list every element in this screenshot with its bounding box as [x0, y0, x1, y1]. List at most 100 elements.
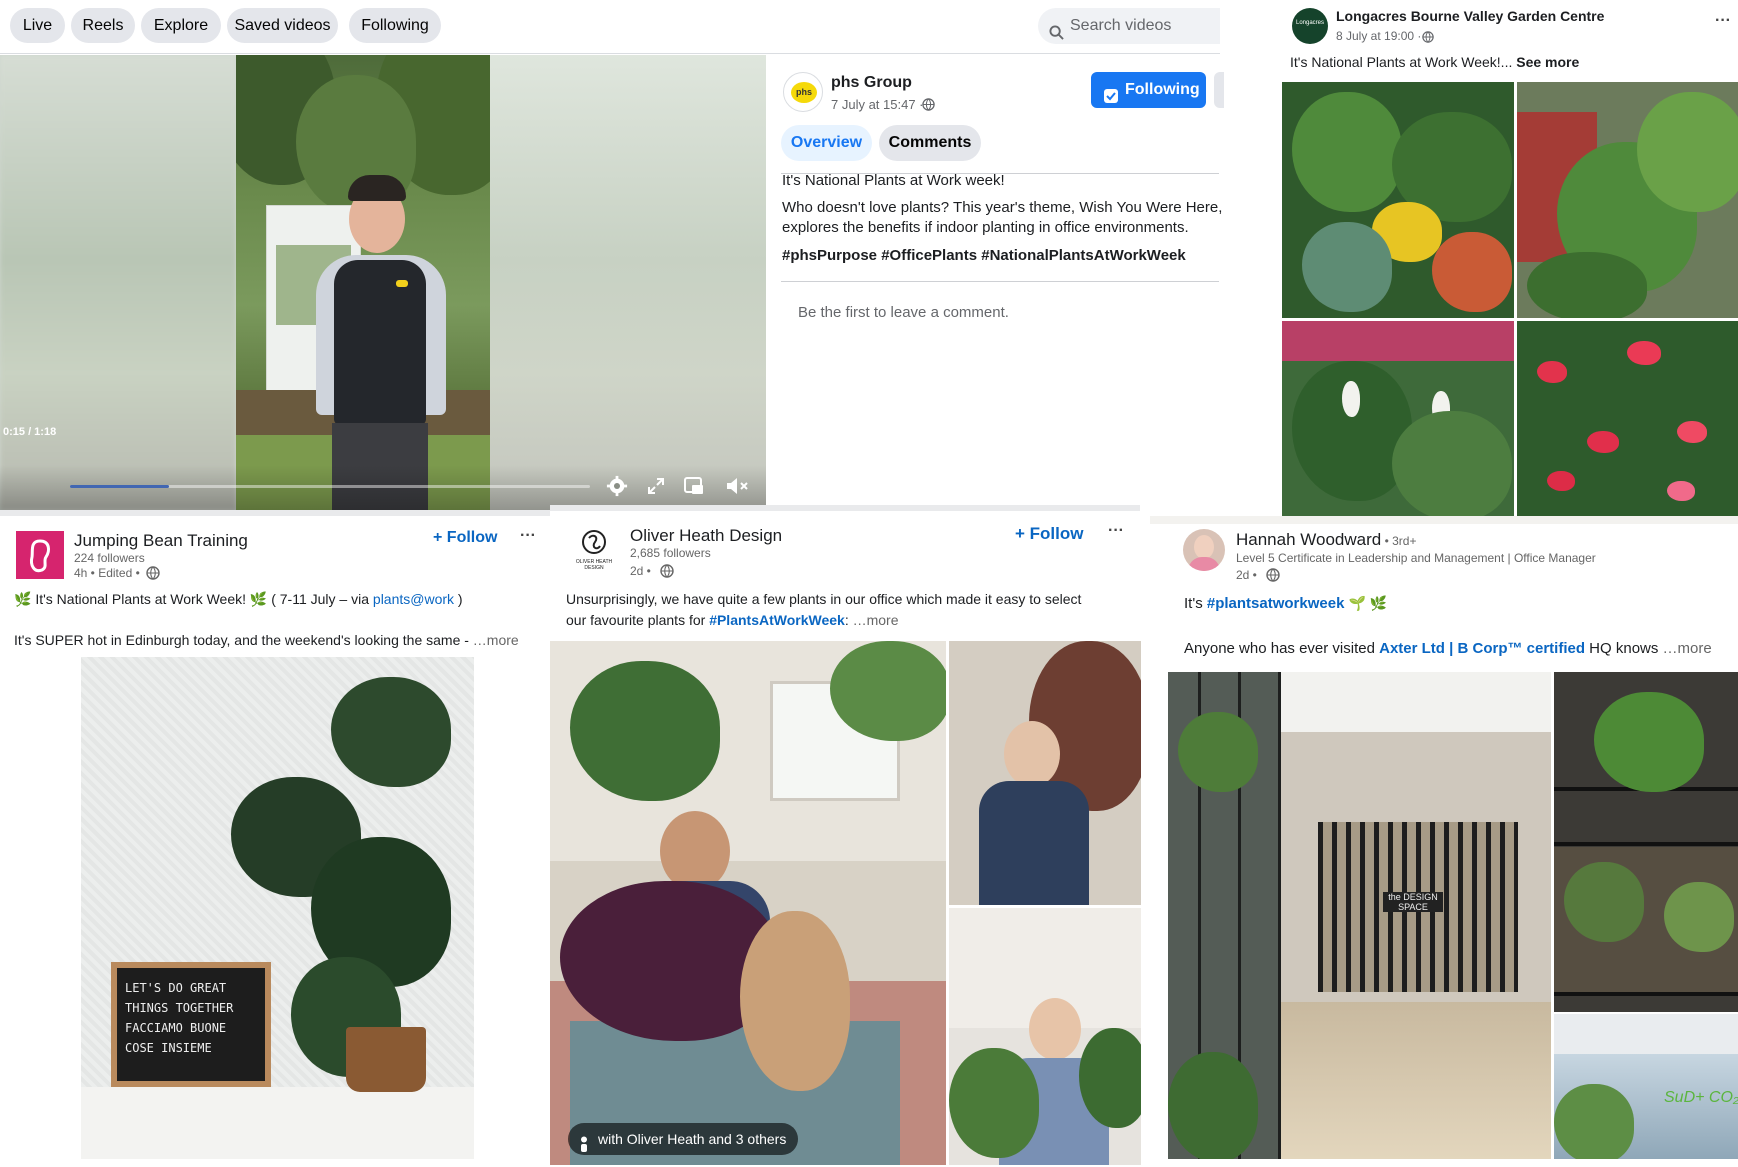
avatar[interactable]: phs [783, 72, 823, 112]
post-meta: 2d • [1236, 568, 1257, 582]
seedling-icon: 🌱 🌿 [1348, 595, 1388, 611]
see-more-link[interactable]: …more [853, 612, 899, 628]
nav-tab-following[interactable]: Following [349, 8, 441, 43]
tagged-people-label: with Oliver Heath and 3 others [598, 1131, 787, 1147]
follow-button[interactable]: + Follow [433, 529, 497, 547]
line-2-text: Anyone who has ever visited [1184, 640, 1380, 657]
letterboard-line: FACCIAMO BUONE [125, 1021, 227, 1035]
post-headline: It's National Plants at Work week! [782, 172, 1005, 189]
more-options-button[interactable] [1214, 72, 1224, 108]
post-author[interactable]: Oliver Heath Design [630, 526, 782, 546]
video-blur-left [0, 55, 236, 510]
video-progress-bar[interactable] [70, 485, 590, 488]
letterboard-line: LET'S DO GREAT [125, 981, 227, 995]
see-more-link[interactable]: See more [1516, 54, 1579, 70]
letterboard-line: COSE INSIEME [125, 1041, 212, 1055]
video-frame [236, 55, 490, 510]
more-options-icon[interactable]: ··· [520, 527, 536, 545]
letterboard-line: THINGS TOGETHER [125, 1001, 234, 1015]
post-meta: 2d • [630, 564, 651, 578]
plant-photo-2[interactable] [1517, 82, 1738, 318]
nav-tab-live[interactable]: Live [10, 8, 65, 43]
video-blur-right [490, 55, 766, 510]
fullscreen-icon[interactable] [646, 476, 666, 501]
mute-icon[interactable] [725, 475, 749, 502]
office-photo-shelves[interactable] [1554, 672, 1738, 1012]
post-text-line-1: 🌿 It's National Plants at Work Week! 🌿 (… [14, 591, 463, 608]
follower-count: 224 followers [74, 551, 145, 565]
following-button[interactable]: Following [1091, 72, 1206, 108]
office-sign: the DESIGN SPACE [1383, 892, 1443, 912]
letterboard-sign: LET'S DO GREAT THINGS TOGETHER FACCIAMO … [111, 962, 271, 1087]
tab-comments[interactable]: Comments [879, 125, 981, 161]
person-icon [579, 1131, 589, 1163]
search-icon [1049, 18, 1064, 54]
post-author[interactable]: Longacres Bourne Valley Garden Centre [1336, 8, 1604, 24]
longacres-logo: Longacres [1295, 20, 1325, 26]
post-author[interactable]: phs Group [831, 74, 912, 92]
nav-tab-explore[interactable]: Explore [141, 8, 221, 43]
more-options-icon[interactable]: ··· [1108, 522, 1124, 540]
team-photo-top[interactable] [949, 641, 1141, 905]
line-2-colon: : [844, 612, 849, 628]
post-author[interactable]: Hannah Woodward • 3rd+ [1236, 530, 1416, 550]
plant-photo-4[interactable] [1517, 321, 1738, 521]
hashtag-link[interactable]: #plantsatworkweek [1207, 595, 1345, 612]
see-more-link[interactable]: …more [473, 632, 519, 648]
plant-photo-3[interactable] [1282, 321, 1514, 521]
tagged-people-chip[interactable]: with Oliver Heath and 3 others [568, 1123, 798, 1155]
plant-photo-1[interactable] [1282, 82, 1514, 318]
search-placeholder: Search videos [1070, 17, 1172, 34]
monstera-photo[interactable]: LET'S DO GREAT THINGS TOGETHER FACCIAMO … [81, 657, 474, 1159]
post-timestamp[interactable]: 7 July at 15:47 · [831, 97, 924, 112]
nav-tab-reels[interactable]: Reels [71, 8, 135, 43]
avatar[interactable] [1183, 529, 1225, 571]
settings-icon[interactable] [606, 475, 628, 502]
post-text: It's National Plants at Work Week!... Se… [1290, 54, 1579, 70]
company-link[interactable]: Axter Ltd | B Corp™ certified [1379, 640, 1585, 657]
globe-icon [1422, 30, 1434, 48]
line-2-end: HQ knows [1585, 640, 1659, 657]
tab-overview[interactable]: Overview [781, 125, 872, 161]
leaf-icon: 🌿 [14, 591, 36, 607]
office-photo-main[interactable]: the DESIGN SPACE [1168, 672, 1551, 1159]
globe-icon [146, 566, 160, 585]
post-author[interactable]: Jumping Bean Training [74, 531, 248, 551]
video-player[interactable]: 0:15 / 1:18 [0, 55, 766, 510]
globe-icon [922, 98, 935, 116]
see-more-link[interactable]: …more [1663, 640, 1712, 657]
post-text-line-2: Anyone who has ever visited Axter Ltd | … [1184, 640, 1712, 657]
author-name: Hannah Woodward [1236, 530, 1382, 549]
window-text: SuD+ CO₂ [1664, 1089, 1738, 1106]
line-1-text: It's [1184, 595, 1207, 612]
avatar[interactable] [16, 531, 64, 579]
comment-placeholder[interactable]: Be the first to leave a comment. [798, 304, 1009, 321]
following-check-icon [1103, 82, 1119, 118]
line-1-end: ) [454, 591, 463, 607]
team-photo-bottom[interactable] [949, 908, 1141, 1165]
line-1-text: It's National Plants at Work Week! 🌿 ( 7… [35, 591, 373, 607]
line-2-text: It's SUPER hot in Edinburgh today, and t… [14, 632, 469, 648]
follow-button[interactable]: + Follow [1015, 524, 1083, 544]
picture-in-picture-icon[interactable] [683, 475, 705, 502]
office-photo-windows[interactable]: SuD+ CO₂ [1554, 1014, 1738, 1159]
post-timestamp[interactable]: 8 July at 19:00 · [1336, 29, 1421, 43]
post-body-line-1: Who doesn't love plants? This year's the… [782, 199, 1223, 216]
author-headline: Level 5 Certificate in Leadership and Ma… [1236, 551, 1596, 565]
logo-text: OLIVER HEATH DESIGN [575, 559, 613, 571]
team-photo-main[interactable]: with Oliver Heath and 3 others [550, 641, 946, 1165]
post-text-line-1: It's #plantsatworkweek 🌱 🌿 [1184, 595, 1387, 612]
avatar[interactable]: OLIVER HEATH DESIGN [566, 527, 622, 575]
oliver-heath-logo-icon [582, 530, 606, 554]
nav-tab-saved-videos[interactable]: Saved videos [227, 8, 338, 43]
hashtag-link[interactable]: #PlantsAtWorkWeek [709, 612, 845, 628]
line-2-text: our favourite plants for [566, 612, 710, 628]
search-videos-input[interactable]: Search videos [1038, 8, 1220, 44]
plants-at-work-link[interactable]: plants@work [373, 591, 454, 607]
post-hashtags[interactable]: #phsPurpose #OfficePlants #NationalPlant… [782, 247, 1186, 264]
more-options-icon[interactable]: ··· [1715, 12, 1731, 30]
phs-logo: phs [791, 82, 817, 103]
post-text-line-1: Unsurprisingly, we have quite a few plan… [566, 591, 1082, 607]
post-body-line-2: explores the benefits if indoor planting… [782, 219, 1189, 236]
avatar[interactable]: Longacres [1292, 8, 1328, 44]
